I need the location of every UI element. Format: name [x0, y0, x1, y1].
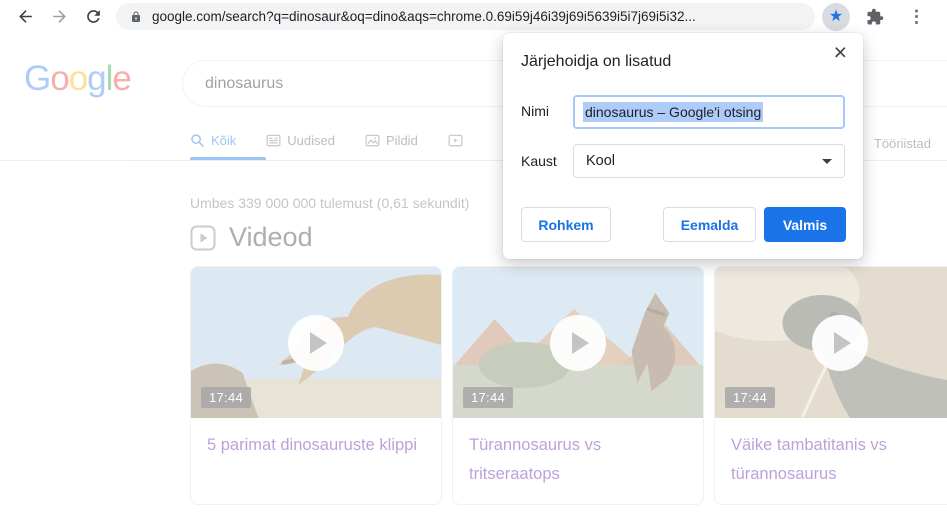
tab-uudised[interactable]: Uudised — [266, 133, 335, 148]
video-title-link[interactable]: 5 parimat dinosauruste klippi — [191, 418, 441, 460]
dialog-close-button[interactable]: × — [830, 37, 851, 68]
browser-window: google.com/search?q=dinosaur&oq=dino&aqs… — [0, 0, 947, 531]
video-duration-badge: 17:44 — [463, 387, 513, 408]
play-button[interactable] — [288, 315, 344, 371]
forward-button[interactable] — [42, 2, 76, 32]
logo-letter: o — [50, 59, 68, 98]
video-title-link[interactable]: Väike tambatitanis vs türannosaurus — [715, 418, 947, 489]
video-thumbnail-baby-dinosaur[interactable]: 17:44 — [715, 267, 947, 418]
tab-label: Kõik — [211, 133, 236, 148]
result-stats: Umbes 339 000 000 tulemust (0,61 sekundi… — [190, 195, 469, 211]
video-card: 17:44 Türannosaurus vs tritseraatops — [452, 266, 704, 505]
url-text: google.com/search?q=dinosaur&oq=dino&aqs… — [152, 9, 696, 24]
video-title-link[interactable]: Türannosaurus vs tritseraatops — [453, 418, 703, 489]
google-logo[interactable]: Google — [24, 59, 131, 99]
arrow-right-icon — [50, 7, 69, 26]
back-button[interactable] — [8, 2, 42, 32]
video-icon — [448, 133, 463, 148]
video-thumbnail-trex-vs-triceratops[interactable]: 17:44 — [453, 267, 703, 418]
play-button[interactable] — [812, 315, 868, 371]
chevron-down-icon — [822, 159, 832, 164]
result-type-tabs: Kõik Uudised Pildid — [190, 133, 469, 148]
video-duration-badge: 17:44 — [725, 387, 775, 408]
star-icon: ★ — [829, 9, 843, 25]
lock-icon — [130, 10, 142, 24]
play-icon — [572, 332, 589, 354]
arrow-left-icon — [16, 7, 35, 26]
images-icon — [365, 133, 380, 148]
search-query-text: dinosaurus — [205, 75, 283, 93]
logo-letter: e — [112, 59, 130, 98]
logo-letter: G — [24, 59, 50, 98]
video-duration-badge: 17:44 — [201, 387, 251, 408]
video-card: 17:44 5 parimat dinosauruste klippi — [190, 266, 442, 505]
bookmark-name-label: Nimi — [521, 93, 549, 129]
tab-videod-clipped[interactable] — [448, 133, 469, 148]
bookmark-folder-label: Kaust — [521, 143, 557, 179]
remove-button[interactable]: Eemalda — [663, 207, 756, 242]
browser-toolbar: google.com/search?q=dinosaur&oq=dino&aqs… — [0, 0, 947, 33]
play-icon — [834, 332, 851, 354]
address-bar[interactable]: google.com/search?q=dinosaur&oq=dino&aqs… — [116, 3, 815, 30]
videos-section-header: Videod — [190, 222, 313, 253]
videos-section-title: Videod — [229, 222, 313, 253]
done-button[interactable]: Valmis — [764, 207, 846, 242]
tab-label: Uudised — [287, 133, 335, 148]
refresh-icon — [84, 7, 103, 26]
bookmark-folder-select[interactable]: Kool — [573, 144, 845, 178]
play-icon — [310, 332, 327, 354]
folder-selected-value: Kool — [586, 153, 822, 169]
close-icon: × — [834, 39, 847, 65]
video-cards-row: 17:44 5 parimat dinosauruste klippi — [190, 266, 947, 505]
bookmark-name-input[interactable]: dinosaurus – Google'i otsing — [573, 95, 845, 129]
more-button[interactable]: Rohkem — [521, 207, 611, 242]
bookmark-added-dialog: Järjehoidja on lisatud × Nimi dinosaurus… — [503, 33, 863, 259]
logo-letter: o — [69, 59, 87, 98]
news-icon — [266, 133, 281, 148]
tools-link[interactable]: Tööriistad — [874, 136, 931, 151]
video-play-box-icon — [190, 225, 216, 251]
refresh-button[interactable] — [76, 2, 110, 32]
tab-label: Pildid — [386, 133, 418, 148]
search-icon — [190, 133, 205, 148]
video-thumbnail-dinosaur-clips[interactable]: 17:44 — [191, 267, 441, 418]
logo-letter: g — [87, 59, 105, 98]
tab-pildid[interactable]: Pildid — [365, 133, 418, 148]
puzzle-icon — [866, 8, 884, 26]
selected-input-text: dinosaurus – Google'i otsing — [583, 102, 763, 122]
chrome-menu-button[interactable]: ⋮ — [900, 4, 933, 29]
tab-koik[interactable]: Kõik — [190, 133, 236, 148]
three-dots-icon: ⋮ — [908, 7, 925, 26]
video-card: 17:44 Väike tambatitanis vs türannosauru… — [714, 266, 947, 505]
bookmark-star-button[interactable]: ★ — [822, 3, 850, 31]
play-button[interactable] — [550, 315, 606, 371]
dialog-title: Järjehoidja on lisatud — [521, 53, 671, 71]
extensions-button[interactable] — [866, 8, 884, 26]
